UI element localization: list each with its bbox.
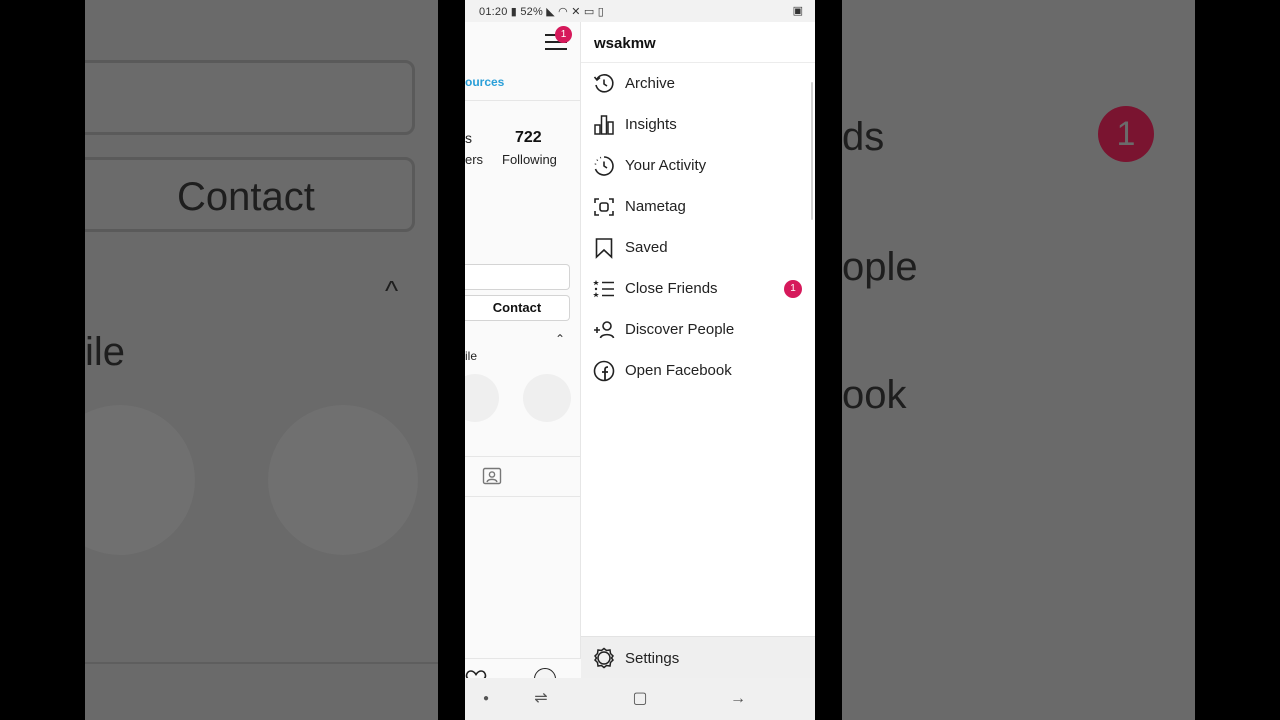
signal-icon: ◣: [546, 6, 555, 18]
menu-item-label: Open Facebook: [625, 362, 732, 379]
background-mirror-left: Contact ^ ile: [85, 0, 438, 720]
drawer-menu-list: Archive Insights Your Activity Nametag S…: [581, 63, 815, 391]
menu-item-label: Discover People: [625, 321, 735, 338]
contact-button[interactable]: Contact: [465, 295, 570, 321]
battery-icon: ▮: [510, 6, 518, 18]
menu-item-saved[interactable]: Saved: [581, 227, 815, 268]
dot-icon[interactable]: ●: [475, 688, 497, 710]
archive-icon: [593, 74, 614, 93]
menu-item-label: Close Friends: [625, 280, 718, 297]
settings-label: Settings: [625, 650, 680, 667]
recent-apps-icon[interactable]: ⇌: [530, 688, 552, 710]
nametag-icon: [594, 198, 614, 216]
status-bar: 01:20 ▮ 52% ◣ ◠ ✕ ▭ ▯ ▣: [465, 0, 815, 22]
insights-icon: [594, 115, 614, 135]
followers-count-fragment: s: [465, 130, 472, 146]
profile-panel: 1 ources s ers 722 Following Contact ⌃ i…: [465, 22, 581, 700]
bg-ook-text: ook: [842, 373, 907, 417]
menu-item-insights[interactable]: Insights: [581, 104, 815, 145]
menu-item-nametag[interactable]: Nametag: [581, 186, 815, 227]
menu-item-label: Nametag: [625, 198, 686, 215]
bg-chevron: ^: [385, 275, 399, 306]
background-mirror-right: ds 1 ople ook: [842, 0, 1195, 720]
menu-item-discover-people[interactable]: Discover People: [581, 309, 815, 350]
bg-contact-text: Contact: [177, 175, 315, 219]
highlights-label-fragment: ile: [465, 349, 478, 363]
menu-item-open-facebook[interactable]: Open Facebook: [581, 350, 815, 391]
drawer-username: wsakmw: [594, 35, 656, 52]
divider: [465, 496, 581, 497]
menu-item-label: Saved: [625, 239, 668, 256]
phone-screen: 01:20 ▮ 52% ◣ ◠ ✕ ▭ ▯ ▣ 1 ources s ers 7…: [465, 0, 815, 720]
menu-item-archive[interactable]: Archive: [581, 63, 815, 104]
wifi-icon: ◠: [558, 6, 568, 18]
edit-profile-button[interactable]: [465, 264, 570, 290]
side-drawer: wsakmw Archive Insights Your Activity Na…: [581, 22, 815, 678]
following-label[interactable]: Following: [502, 152, 557, 167]
status-battery: 52%: [520, 6, 543, 18]
status-left: 01:20 ▮ 52% ◣ ◠ ✕ ▭ ▯: [479, 5, 604, 18]
bg-field: [85, 60, 415, 135]
followers-label-fragment: ers: [465, 152, 484, 167]
settings-button[interactable]: Settings: [581, 636, 815, 678]
clipboard-icon: ▯: [597, 6, 605, 18]
status-time: 01:20: [479, 6, 508, 18]
divider: [465, 100, 581, 101]
gear-icon: [594, 647, 614, 669]
close-friends-icon: [593, 280, 614, 298]
bg-ople-text: ople: [842, 245, 918, 289]
mute-icon: ✕: [571, 6, 581, 18]
menu-item-your-activity[interactable]: Your Activity: [581, 145, 815, 186]
menu-item-label: Your Activity: [625, 157, 707, 174]
menu-notification-badge: 1: [555, 26, 572, 43]
tagged-photos-icon[interactable]: [482, 466, 502, 486]
activity-icon: [594, 156, 614, 176]
facebook-icon: [593, 360, 615, 382]
back-arrow-icon[interactable]: →: [727, 688, 749, 710]
photo-icon: ▣: [792, 5, 803, 17]
close-friends-badge: 1: [784, 280, 802, 298]
following-count[interactable]: 722: [515, 129, 542, 147]
system-nav-bar: ● ⇌ ▢ →: [465, 678, 815, 720]
menu-item-close-friends[interactable]: Close Friends 1: [581, 268, 815, 309]
home-button-icon[interactable]: ▢: [629, 688, 651, 710]
bg-badge: 1: [1098, 106, 1154, 162]
bookmark-icon: [595, 238, 613, 259]
story-highlight[interactable]: [523, 374, 571, 422]
menu-item-label: Archive: [625, 75, 676, 92]
menu-item-label: Insights: [625, 116, 677, 133]
bg-circle: [85, 405, 195, 555]
cast-icon: ▭: [583, 6, 595, 18]
story-highlight[interactable]: [465, 374, 499, 422]
divider: [465, 456, 581, 457]
add-person-icon: [594, 321, 615, 339]
bg-ile-text: ile: [85, 330, 126, 374]
drawer-scrollbar[interactable]: [811, 82, 813, 220]
bg-circle: [268, 405, 418, 555]
chevron-up-icon[interactable]: ⌃: [555, 332, 565, 346]
screen: Contact ^ ile ds 1 ople ook 01:20 ▮ 52% …: [0, 0, 1280, 720]
bg-divider: [85, 662, 438, 664]
bg-ds-text: ds: [842, 115, 885, 159]
resources-link[interactable]: ources: [465, 75, 504, 89]
drawer-header: wsakmw: [581, 22, 815, 63]
